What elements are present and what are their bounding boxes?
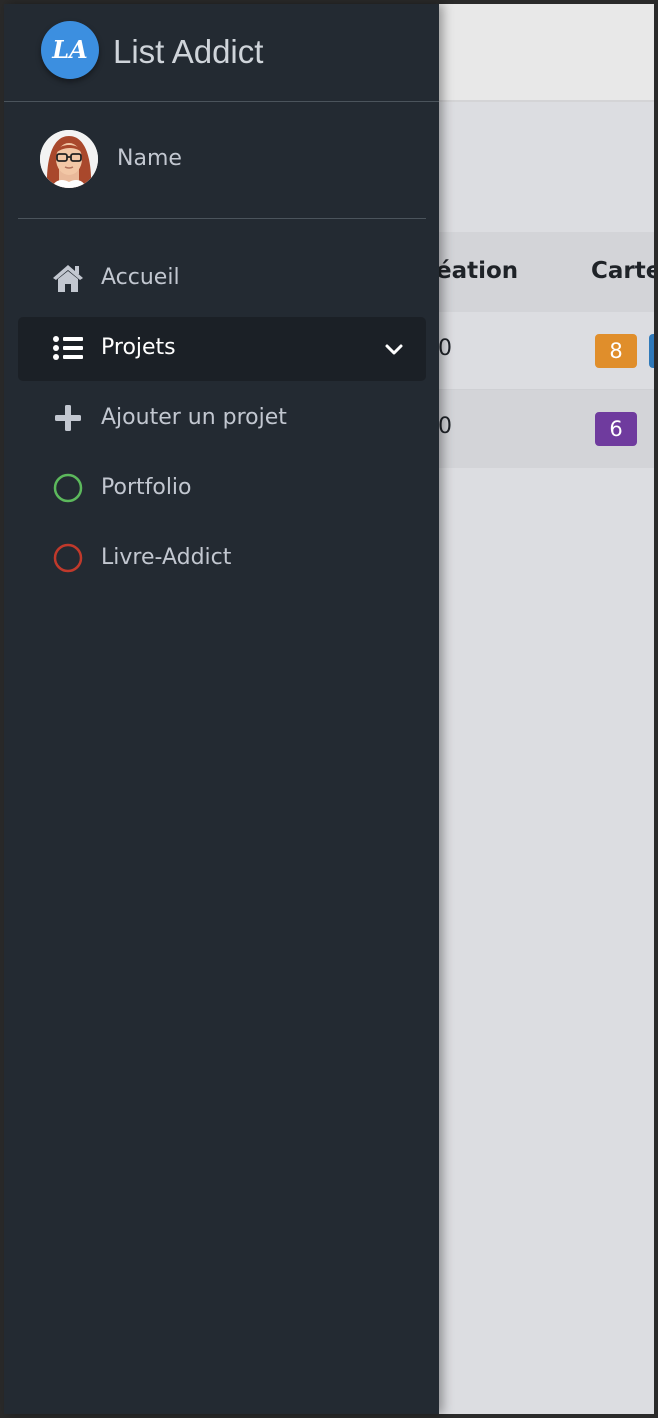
brand-link[interactable]: LA List Addict: [4, 4, 439, 102]
date-cell: 0: [438, 414, 452, 439]
sidebar-item-ajouter-projet[interactable]: Ajouter un projet: [18, 387, 426, 451]
sidebar-item-label: Portfolio: [101, 475, 192, 500]
circle-outline-icon: [52, 542, 84, 574]
sidebar-item-label: Ajouter un projet: [101, 405, 287, 430]
avatar: [40, 130, 98, 188]
sidebar-item-label: Accueil: [101, 265, 180, 290]
list-icon: [52, 332, 84, 364]
user-name: Name: [117, 146, 182, 171]
sidebar-item-accueil[interactable]: Accueil: [18, 247, 426, 311]
sidebar: LA List Addict Name Accueil Projets Ajou…: [4, 4, 439, 1414]
chevron-down-icon[interactable]: [384, 339, 404, 359]
card-count-badge: 6: [595, 412, 637, 446]
app-title: List Addict: [113, 33, 264, 70]
plus-icon: [52, 402, 84, 434]
sidebar-item-label: Projets: [101, 335, 176, 360]
user-panel[interactable]: Name: [18, 102, 426, 219]
sidebar-item-livre-addict[interactable]: Livre-Addict: [18, 527, 426, 591]
home-icon: [52, 262, 84, 294]
column-header-creation: éation: [436, 258, 519, 284]
card-count-badge: 8: [595, 334, 637, 368]
sidebar-item-projets[interactable]: Projets: [18, 317, 426, 381]
app-logo: LA: [41, 21, 99, 79]
column-header-cartes: Carte: [591, 258, 654, 284]
card-count-badge-secondary: [649, 334, 654, 368]
circle-outline-icon: [52, 472, 84, 504]
sidebar-item-portfolio[interactable]: Portfolio: [18, 457, 426, 521]
sidebar-nav: Accueil Projets Ajouter un projet Portfo…: [18, 247, 426, 597]
sidebar-item-label: Livre-Addict: [101, 545, 232, 570]
date-cell: 0: [438, 336, 452, 361]
